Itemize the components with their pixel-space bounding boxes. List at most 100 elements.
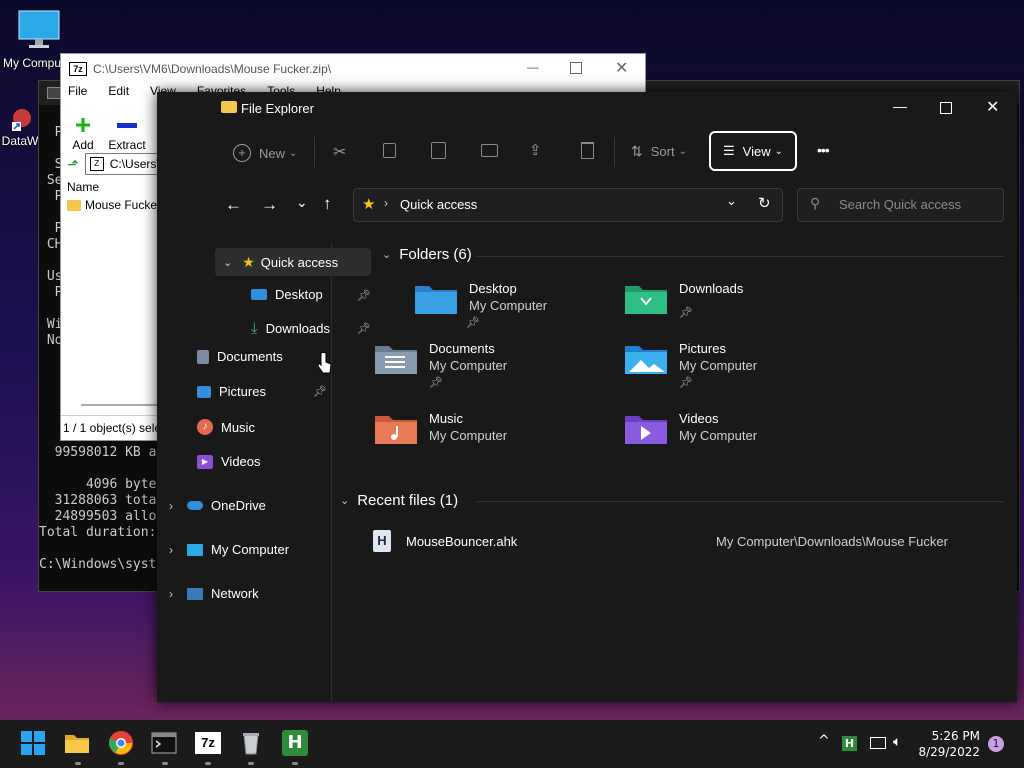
explorer-titlebar[interactable]: File Explorer — ✕: [157, 92, 1017, 124]
nav-item-videos[interactable]: ▶ Videos: [197, 454, 261, 469]
maximize-icon[interactable]: [570, 62, 582, 74]
pin-icon: 📌︎: [357, 290, 371, 302]
clock-time: 5:26 PM: [931, 729, 980, 743]
recent-locations-chevron-icon[interactable]: ⌄: [296, 194, 308, 211]
folders-section-header[interactable]: ⌄ Folders (6): [382, 246, 472, 263]
chevron-right-icon[interactable]: ›: [169, 543, 173, 557]
view-button[interactable]: ☰ View ⌄: [709, 131, 797, 171]
nav-item-downloads[interactable]: ⤓ Downloads: [251, 320, 330, 337]
terminal-icon: [151, 732, 177, 754]
nav-item-desktop[interactable]: Desktop: [251, 287, 323, 302]
new-button[interactable]: + New ⌄: [233, 144, 297, 162]
menu-edit[interactable]: Edit: [108, 84, 129, 104]
back-arrow-icon[interactable]: ←: [225, 195, 242, 215]
more-options-button[interactable]: •••: [817, 142, 830, 158]
pin-icon: 📌︎: [466, 317, 480, 329]
running-indicator: [162, 762, 168, 765]
menu-file[interactable]: File: [68, 84, 87, 104]
close-icon[interactable]: ✕: [615, 58, 628, 78]
share-icon[interactable]: ⇪: [529, 141, 542, 159]
close-icon[interactable]: ✕: [986, 97, 999, 117]
breadcrumb-separator-icon: ›: [384, 196, 388, 210]
pane-divider[interactable]: [331, 242, 332, 702]
recent-file-row[interactable]: H MouseBouncer.ahk My Computer\Downloads…: [367, 530, 1007, 554]
taskbar-file-explorer[interactable]: [64, 730, 92, 758]
documents-folder-icon: [375, 346, 417, 374]
taskbar-7zip[interactable]: 7z: [195, 730, 223, 758]
folder-tile-pictures[interactable]: Pictures My Computer: [623, 340, 757, 376]
view-list-icon: ☰: [723, 143, 735, 158]
chevron-down-icon: ⌄: [289, 147, 298, 159]
pictures-folder-icon: [625, 346, 667, 374]
network-icon: [187, 587, 203, 600]
forward-arrow-icon[interactable]: →: [261, 195, 278, 215]
explorer-command-bar: + New ⌄ ✂ ⇪ ⇅ Sort ⌄ ☰ View ⌄ •••: [157, 130, 1017, 174]
file-explorer-window[interactable]: File Explorer — ✕ + New ⌄ ✂ ⇪ ⇅ Sort ⌄ ☰…: [157, 92, 1017, 702]
nav-item-onedrive[interactable]: › OneDrive: [169, 498, 266, 513]
rename-icon[interactable]: [481, 144, 498, 157]
up-folder-icon[interactable]: ⬏: [67, 156, 79, 173]
show-hidden-icons-chevron-icon[interactable]: ^: [818, 733, 830, 749]
7zip-titlebar[interactable]: 7z C:\Users\VM6\Downloads\Mouse Fucker.z…: [61, 54, 645, 84]
taskbar-terminal[interactable]: [151, 730, 179, 758]
add-button[interactable]: + Add: [61, 111, 105, 153]
folder-tile-music[interactable]: Music My Computer: [373, 410, 507, 446]
chevron-down-icon[interactable]: ⌄: [726, 193, 737, 209]
notification-badge[interactable]: 1: [988, 736, 1004, 752]
minimize-icon[interactable]: —: [893, 98, 907, 114]
nav-item-music[interactable]: ♪ Music: [197, 419, 255, 435]
nav-item-my-computer[interactable]: › My Computer: [169, 542, 289, 557]
cut-icon[interactable]: ✂: [333, 142, 346, 162]
chevron-right-icon[interactable]: ›: [169, 499, 173, 513]
nav-item-pictures[interactable]: Pictures: [197, 384, 266, 399]
taskbar-chrome[interactable]: [108, 730, 136, 758]
music-icon: ♪: [197, 419, 213, 435]
section-divider: [477, 501, 1004, 502]
console-icon: [47, 87, 61, 99]
chevron-down-icon: ⌄: [340, 495, 350, 507]
pictures-icon: [197, 385, 211, 398]
delete-icon[interactable]: [581, 142, 594, 159]
videos-icon: ▶: [197, 454, 213, 469]
breadcrumb-quick-access[interactable]: Quick access: [400, 197, 477, 212]
downloads-folder-icon: [625, 286, 667, 314]
folder-tile-videos[interactable]: Videos My Computer: [623, 410, 757, 446]
minimize-icon[interactable]: —: [527, 60, 539, 74]
recycle-bin-icon: [243, 733, 259, 755]
up-arrow-icon[interactable]: ↑: [323, 194, 332, 214]
sort-arrows-icon: ⇅: [631, 143, 643, 159]
taskbar-recycle-bin[interactable]: [238, 730, 266, 758]
copy-icon[interactable]: [383, 143, 396, 158]
pin-icon: 📌︎: [679, 377, 693, 389]
refresh-icon[interactable]: ↻: [758, 194, 771, 212]
nav-item-documents[interactable]: Documents: [197, 349, 283, 364]
nav-quick-access[interactable]: ⌄ ★ Quick access: [215, 248, 371, 276]
sort-button[interactable]: ⇅ Sort ⌄: [631, 143, 687, 160]
start-button[interactable]: [20, 730, 48, 758]
volume-icon[interactable]: 🔈︎: [893, 734, 901, 750]
desktop-icon-label: DataW: [1, 134, 39, 148]
running-indicator: [75, 762, 81, 765]
folder-tile-documents[interactable]: Documents My Computer: [373, 340, 507, 376]
chevron-right-icon[interactable]: ›: [169, 587, 173, 601]
taskbar-autohotkey[interactable]: H: [282, 730, 310, 758]
folder-tile-desktop[interactable]: Desktop My Computer: [413, 280, 547, 316]
chevron-down-icon[interactable]: ⌄: [223, 256, 232, 269]
address-bar[interactable]: ★ › Quick access ⌄ ↻: [353, 188, 783, 222]
7zip-icon: 7z: [195, 732, 221, 754]
nav-item-network[interactable]: › Network: [169, 586, 259, 601]
7zip-app-icon: 7z: [69, 62, 87, 76]
shortcut-icon: [10, 106, 34, 132]
extract-button[interactable]: Extract: [105, 112, 149, 152]
running-indicator: [292, 762, 298, 765]
search-input[interactable]: ⚲ Search Quick access: [797, 188, 1004, 222]
tray-autohotkey-icon[interactable]: H: [842, 736, 857, 751]
paste-icon[interactable]: [431, 142, 446, 159]
network-tray-icon[interactable]: [870, 737, 886, 749]
chrome-icon: [109, 731, 133, 755]
desktop-icon-dataw[interactable]: DataW: [0, 106, 40, 148]
clock[interactable]: 5:26 PM 8/29/2022: [912, 728, 980, 760]
maximize-icon[interactable]: [940, 102, 952, 114]
ahk-file-icon: H: [373, 530, 391, 552]
recent-files-section-header[interactable]: ⌄ Recent files (1): [340, 492, 458, 509]
